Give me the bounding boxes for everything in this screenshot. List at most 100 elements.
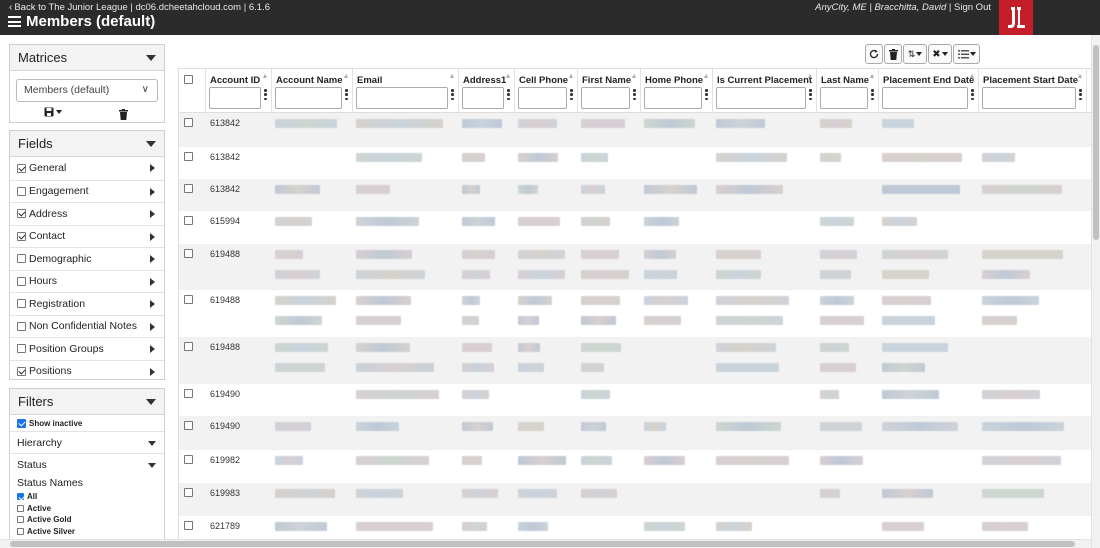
table-row[interactable]: 613842 [179,179,1091,211]
horizontal-scrollbar[interactable] [0,539,1091,548]
caret-right-icon[interactable] [150,345,155,353]
delete-rows-button[interactable] [884,44,902,64]
matrix-select[interactable]: Members (default) ∨ [16,79,158,102]
field-group-checkbox[interactable] [17,366,26,376]
table-row[interactable]: 619488 [179,337,1091,384]
refresh-button[interactable] [865,44,883,64]
table-row[interactable]: 619982 [179,450,1091,483]
show-inactive-checkbox[interactable] [17,418,26,428]
sort-arrows-icon[interactable]: ▴ [344,72,348,80]
row-checkbox[interactable] [184,249,193,258]
column-menu-icon[interactable] [705,89,708,101]
status-option-checkbox[interactable] [17,504,24,512]
column-header[interactable]: Last Name ▴ [817,69,879,113]
row-checkbox[interactable] [184,118,193,127]
select-all-checkbox[interactable] [184,75,193,84]
sort-arrows-icon[interactable]: ▴ [704,72,708,80]
column-filter-input[interactable] [644,87,702,109]
row-checkbox[interactable] [184,152,193,161]
column-filter-input[interactable] [462,87,504,109]
table-row[interactable]: 615994 [179,211,1091,244]
sort-arrows-icon[interactable]: ▴ [506,72,510,80]
column-menu-icon[interactable] [345,89,348,101]
column-header[interactable]: Cell Phone ▴ [515,69,578,113]
row-checkbox[interactable] [184,389,193,398]
field-group-item[interactable]: Registration [10,292,164,315]
row-checkbox[interactable] [184,184,193,193]
field-group-checkbox[interactable] [17,186,26,196]
field-group-item[interactable]: Hours [10,269,164,293]
column-filter-input[interactable] [820,87,868,109]
column-header[interactable]: Email ▴ [353,69,459,113]
column-filter-input[interactable] [882,87,968,109]
status-filter[interactable]: Status [10,453,164,475]
column-header[interactable]: Placement Start Date ▴ [979,69,1087,113]
fields-header[interactable]: Fields [10,131,164,157]
filters-header[interactable]: Filters [10,389,164,415]
vertical-scrollbar[interactable] [1091,35,1100,548]
field-group-item[interactable]: General [10,157,164,180]
save-dropdown-button[interactable] [44,107,62,117]
column-filter-input[interactable] [716,87,806,109]
table-row[interactable]: 619490 [179,384,1091,416]
caret-right-icon[interactable] [150,210,155,218]
hierarchy-filter[interactable]: Hierarchy [10,431,164,453]
field-group-checkbox[interactable] [17,209,26,219]
junior-league-logo[interactable]: JL [999,0,1033,35]
column-filter-input[interactable] [275,87,342,109]
sort-arrows-icon[interactable]: ▴ [1078,72,1082,80]
field-group-item[interactable]: Positions [10,359,164,383]
column-header[interactable]: First Name ▴ [578,69,641,113]
sort-arrows-icon[interactable]: ▴ [970,72,974,80]
caret-right-icon[interactable] [150,300,155,308]
caret-right-icon[interactable] [150,277,155,286]
sort-arrows-icon[interactable]: ▴ [870,72,874,80]
table-row[interactable]: 619488 [179,290,1091,337]
field-group-item[interactable]: Non Confidential Notes [10,314,164,338]
tools-dropdown-button[interactable]: ✖ [928,44,952,64]
sort-dropdown-button[interactable]: ⇅ [903,44,927,64]
column-header[interactable]: Account Name ▴ [272,69,353,113]
column-menu-icon[interactable] [1079,89,1082,101]
sort-arrows-icon[interactable]: ▴ [569,72,573,80]
column-menu-icon[interactable] [971,89,974,101]
caret-right-icon[interactable] [150,164,155,172]
field-group-checkbox[interactable] [17,344,26,354]
field-group-item[interactable]: Address [10,202,164,225]
delete-matrix-button[interactable] [119,107,128,125]
table-row[interactable]: 619488 [179,244,1091,290]
column-header[interactable]: Account ID ▴ [206,69,272,113]
field-group-item[interactable]: Position Groups [10,337,164,360]
status-option[interactable]: Active Gold [17,514,164,526]
column-menu-icon[interactable] [570,89,573,101]
caret-right-icon[interactable] [150,232,155,241]
column-menu-icon[interactable] [507,89,510,101]
hamburger-menu-icon[interactable] [8,16,21,27]
sort-arrows-icon[interactable]: ▴ [263,72,267,80]
scroll-thumb[interactable] [1093,45,1099,240]
column-header[interactable]: Placement End Date ▴ [879,69,979,113]
column-header[interactable]: Home Phone ▴ [641,69,713,113]
column-menu-icon[interactable] [633,89,636,101]
columns-dropdown-button[interactable] [953,44,980,64]
status-option[interactable]: Active Silver [17,526,164,538]
user-name[interactable]: Bracchitta, David [874,2,946,13]
sign-out-link[interactable]: Sign Out [954,2,991,13]
column-filter-input[interactable] [209,87,261,109]
caret-right-icon[interactable] [150,255,155,263]
sort-arrows-icon[interactable]: ▴ [808,72,812,80]
show-inactive-option[interactable]: Show inactive [10,415,164,431]
column-filter-input[interactable] [356,87,448,109]
column-filter-input[interactable] [518,87,567,109]
status-option-checkbox[interactable] [17,516,24,524]
row-checkbox[interactable] [184,521,193,530]
row-checkbox[interactable] [184,295,193,304]
field-group-checkbox[interactable] [17,254,26,264]
column-header[interactable]: Is Current Placement ▴ [713,69,817,113]
status-option[interactable]: All [17,491,164,503]
row-checkbox[interactable] [184,421,193,430]
table-row[interactable]: 619983 [179,483,1091,516]
field-group-checkbox[interactable] [17,231,26,241]
column-menu-icon[interactable] [451,89,454,101]
column-menu-icon[interactable] [264,89,267,101]
